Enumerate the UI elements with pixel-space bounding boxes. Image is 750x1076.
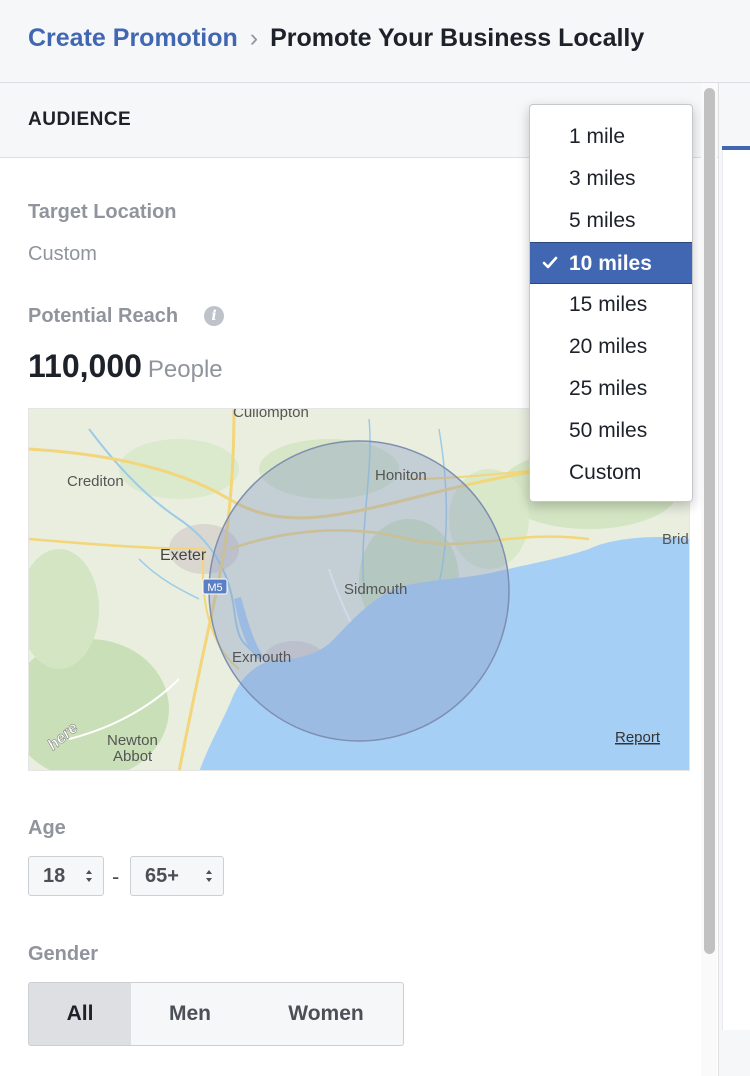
- map-place-label: Honiton: [375, 467, 427, 484]
- map-place-label: Exeter: [160, 547, 207, 564]
- radius-option-25-miles[interactable]: 25 miles: [530, 368, 692, 410]
- age-max-value: 65+: [145, 865, 179, 887]
- sort-arrows-icon: [86, 870, 92, 882]
- map-place-label: Newton: [107, 732, 158, 749]
- checkmark-icon: [542, 256, 558, 269]
- radius-option-20-miles[interactable]: 20 miles: [530, 326, 692, 368]
- potential-reach-label: Potential Reach: [28, 305, 179, 327]
- sort-arrows-icon: [206, 870, 212, 882]
- map-place-label: Cullompton: [233, 409, 309, 421]
- page-title: Promote Your Business Locally: [270, 24, 645, 52]
- age-range-separator: -: [112, 864, 120, 889]
- potential-reach: 110,000 People: [28, 348, 223, 385]
- gender-all-button[interactable]: All: [28, 982, 132, 1046]
- age-min-select[interactable]: 18: [28, 856, 104, 896]
- page-header: Create Promotion › Promote Your Business L…: [0, 0, 750, 83]
- scrollbar-thumb[interactable]: [704, 88, 715, 954]
- info-icon[interactable]: i: [204, 306, 224, 326]
- map-place-label: Abbot: [113, 748, 153, 765]
- road-label-m5: M5: [207, 582, 222, 594]
- age-max-select[interactable]: 65+: [130, 856, 224, 896]
- right-panel-content: [722, 150, 750, 1030]
- target-location-value[interactable]: Custom: [28, 243, 97, 266]
- reach-number: 110,000: [28, 348, 142, 384]
- radius-option-1-mile[interactable]: 1 mile: [530, 116, 692, 158]
- target-location-label: Target Location: [28, 201, 177, 223]
- radius-option-15-miles[interactable]: 15 miles: [530, 284, 692, 326]
- breadcrumb: Create Promotion › Promote Your Business L…: [28, 24, 644, 53]
- map-report-link[interactable]: Report: [615, 729, 661, 746]
- reach-unit: People: [147, 356, 223, 383]
- gender-men-button[interactable]: Men: [131, 982, 250, 1046]
- radius-option-3-miles[interactable]: 3 miles: [530, 158, 692, 200]
- map-place-label: Crediton: [67, 473, 124, 490]
- radius-option-label: 10 miles: [569, 252, 652, 275]
- radius-option-10-miles[interactable]: 10 miles: [530, 242, 692, 284]
- chevron-right-icon: ›: [249, 24, 259, 52]
- radius-dropdown-menu: 1 mile 3 miles 5 miles 10 miles 15 miles…: [529, 104, 693, 502]
- audience-section-title: AUDIENCE: [28, 109, 132, 130]
- map-place-label: Sidmouth: [344, 581, 407, 598]
- radius-option-5-miles[interactable]: 5 miles: [530, 200, 692, 242]
- breadcrumb-create-promotion-link[interactable]: Create Promotion: [28, 24, 238, 52]
- radius-option-custom[interactable]: Custom: [530, 452, 692, 494]
- radius-option-50-miles[interactable]: 50 miles: [530, 410, 692, 452]
- map-place-label: Exmouth: [232, 649, 291, 666]
- gender-label: Gender: [28, 943, 99, 965]
- age-label: Age: [28, 817, 66, 839]
- gender-women-button[interactable]: Women: [249, 982, 404, 1046]
- map-place-label: Brid: [662, 531, 689, 548]
- age-min-value: 18: [43, 865, 66, 887]
